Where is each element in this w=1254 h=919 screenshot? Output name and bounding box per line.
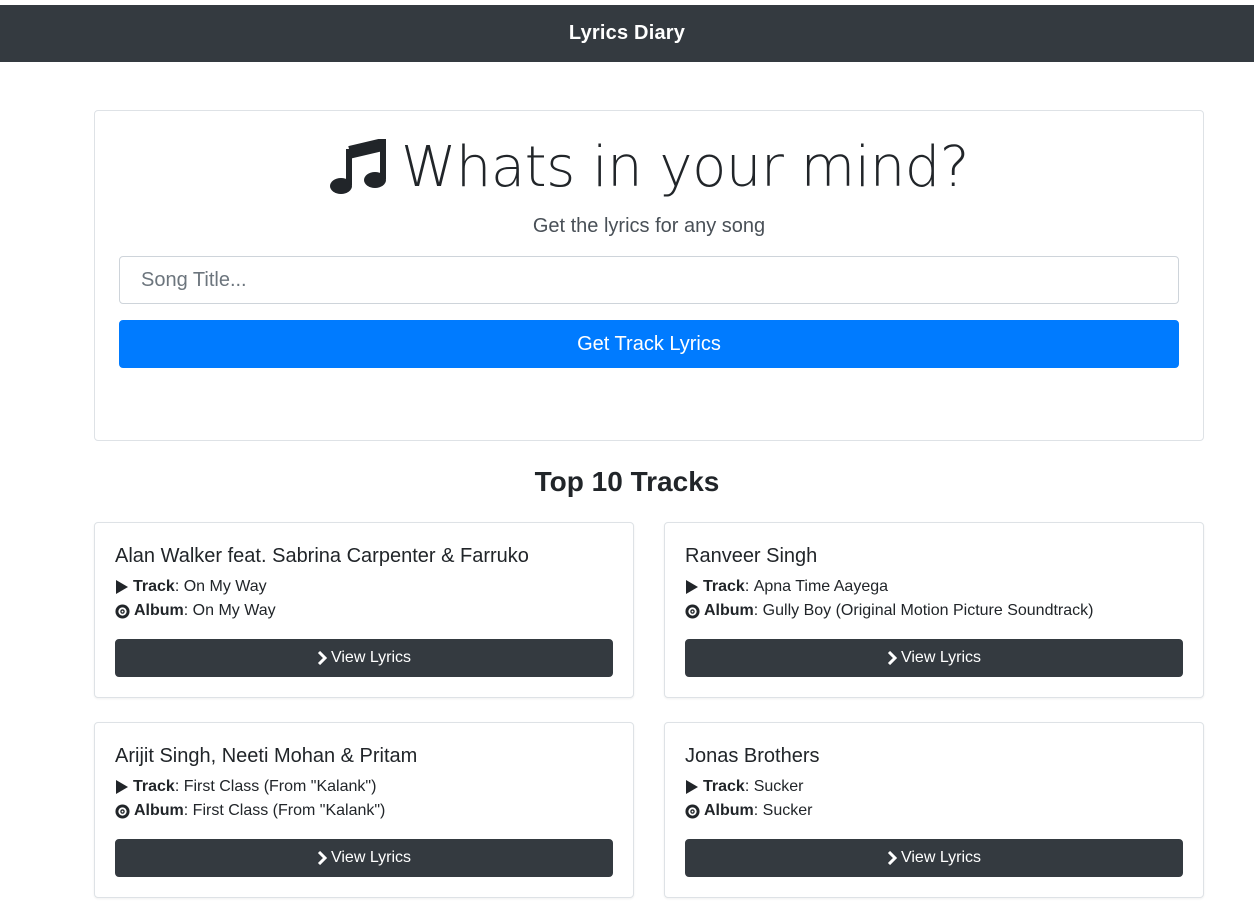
track-name: On My Way bbox=[183, 578, 267, 595]
track-row: Track: Apna Time Aayega bbox=[685, 578, 1183, 596]
hero-title-text: Whats in your mind? bbox=[400, 135, 970, 200]
play-icon bbox=[116, 780, 128, 794]
navbar: Lyrics Diary bbox=[0, 5, 1254, 62]
track-artist: Alan Walker feat. Sabrina Carpenter & Fa… bbox=[115, 545, 529, 567]
track-card: Alan Walker feat. Sabrina Carpenter & Fa… bbox=[94, 522, 634, 698]
play-icon bbox=[116, 580, 128, 594]
chevron-right-icon bbox=[317, 651, 327, 665]
track-artist: Jonas Brothers bbox=[685, 745, 820, 767]
track-card: Jonas Brothers Track: Sucker Album: Suck… bbox=[664, 722, 1204, 898]
get-track-lyrics-button[interactable]: Get Track Lyrics bbox=[119, 320, 1179, 368]
chevron-right-icon bbox=[887, 651, 897, 665]
track-name: Sucker bbox=[753, 778, 804, 795]
track-label: Track bbox=[133, 578, 175, 595]
track-artist: Arijit Singh, Neeti Mohan & Pritam bbox=[115, 745, 418, 767]
top-tracks-title: Top 10 Tracks bbox=[534, 466, 720, 497]
album-label: Album bbox=[704, 802, 754, 819]
album-row: Album: First Class (From "Kalank") bbox=[115, 802, 613, 820]
music-note-icon bbox=[329, 136, 387, 197]
navbar-brand[interactable]: Lyrics Diary bbox=[569, 22, 685, 45]
album-label: Album bbox=[134, 602, 184, 619]
album-row: Album: Gully Boy (Original Motion Pictur… bbox=[685, 602, 1183, 620]
view-lyrics-button[interactable]: View Lyrics bbox=[685, 839, 1183, 877]
hero-subtitle: Get the lyrics for any song bbox=[532, 215, 766, 237]
compact-disc-icon bbox=[685, 803, 700, 819]
hero-title: Whats in your mind? bbox=[95, 135, 1203, 200]
compact-disc-icon bbox=[685, 603, 700, 619]
track-name: Apna Time Aayega bbox=[753, 578, 889, 595]
track-label: Track bbox=[703, 578, 745, 595]
view-lyrics-label: View Lyrics bbox=[330, 649, 412, 666]
track-name: First Class (From "Kalank") bbox=[183, 778, 377, 795]
album-name: On My Way bbox=[192, 602, 276, 619]
compact-disc-icon bbox=[115, 803, 130, 819]
view-lyrics-button[interactable]: View Lyrics bbox=[115, 639, 613, 677]
album-row: Album: Sucker bbox=[685, 802, 1183, 820]
track-card: Arijit Singh, Neeti Mohan & Pritam Track… bbox=[94, 722, 634, 898]
view-lyrics-button[interactable]: View Lyrics bbox=[115, 839, 613, 877]
play-icon bbox=[686, 580, 698, 594]
track-artist: Ranveer Singh bbox=[685, 545, 818, 567]
album-label: Album bbox=[134, 802, 184, 819]
album-label: Album bbox=[704, 602, 754, 619]
view-lyrics-button[interactable]: View Lyrics bbox=[685, 639, 1183, 677]
track-label: Track bbox=[703, 778, 745, 795]
track-row: Track: On My Way bbox=[115, 578, 613, 596]
view-lyrics-label: View Lyrics bbox=[900, 649, 982, 666]
song-title-input[interactable] bbox=[119, 256, 1179, 304]
view-lyrics-label: View Lyrics bbox=[900, 849, 982, 866]
album-name: First Class (From "Kalank") bbox=[192, 802, 386, 819]
view-lyrics-label: View Lyrics bbox=[330, 849, 412, 866]
chevron-right-icon bbox=[887, 851, 897, 865]
compact-disc-icon bbox=[115, 603, 130, 619]
track-row: Track: First Class (From "Kalank") bbox=[115, 778, 613, 796]
play-icon bbox=[686, 780, 698, 794]
track-card: Ranveer Singh Track: Apna Time Aayega Al… bbox=[664, 522, 1204, 698]
search-card: Whats in your mind? Get the lyrics for a… bbox=[94, 110, 1204, 441]
track-row: Track: Sucker bbox=[685, 778, 1183, 796]
album-name: Gully Boy (Original Motion Picture Sound… bbox=[762, 602, 1094, 619]
album-row: Album: On My Way bbox=[115, 602, 613, 620]
album-name: Sucker bbox=[762, 802, 813, 819]
track-label: Track bbox=[133, 778, 175, 795]
chevron-right-icon bbox=[317, 851, 327, 865]
